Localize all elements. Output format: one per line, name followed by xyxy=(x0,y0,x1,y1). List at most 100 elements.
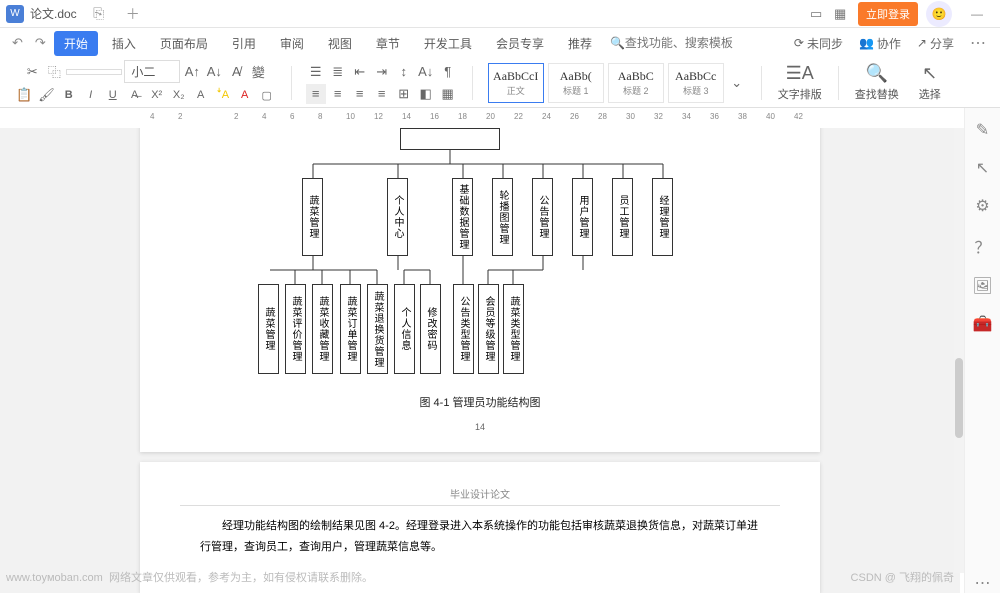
leaf-3: 蔬菜订单管理 xyxy=(340,284,361,374)
watermark-left: www.toyмоban.com 网络文章仅供观看，参考为主，如有侵权请联系删除… xyxy=(6,569,373,585)
leaf-9: 蔬菜类型管理 xyxy=(503,284,524,374)
sort-icon[interactable]: A↓ xyxy=(416,62,436,82)
phonetic-icon[interactable]: 變 xyxy=(248,62,268,82)
tab-reference[interactable]: 引用 xyxy=(222,31,266,56)
tab-recommend[interactable]: 推荐 xyxy=(558,31,602,56)
select-button[interactable]: ↖选择 xyxy=(911,63,949,102)
highlight-icon[interactable]: ꜜA xyxy=(213,85,233,105)
find-replace-button[interactable]: 🔍查找替换 xyxy=(847,63,907,102)
leaf-1: 蔬菜评价管理 xyxy=(285,284,306,374)
increase-font-icon[interactable]: A↑ xyxy=(182,62,202,82)
strike-icon[interactable]: A̶ xyxy=(125,85,145,105)
vertical-scrollbar[interactable] xyxy=(954,128,964,573)
undo-button[interactable]: ↶ xyxy=(8,35,27,51)
minimize-button[interactable]: — xyxy=(960,2,994,26)
tab-vip[interactable]: 会员专享 xyxy=(486,31,554,56)
sync-icon: ⟳ xyxy=(794,36,804,50)
sync-button[interactable]: ⟳未同步 xyxy=(794,35,843,52)
leaf-7: 公告类型管理 xyxy=(453,284,474,374)
leaf-0: 蔬菜管理 xyxy=(258,284,279,374)
mid-4: 公告管理 xyxy=(532,178,553,256)
text-effect-icon[interactable]: A xyxy=(191,85,211,105)
decrease-font-icon[interactable]: A↓ xyxy=(204,62,224,82)
style-h2[interactable]: AaBbC标题 2 xyxy=(608,63,664,103)
style-h3[interactable]: AaBbCc标题 3 xyxy=(668,63,724,103)
copy-icon[interactable]: ⿻ xyxy=(44,62,64,82)
bold-icon[interactable]: B xyxy=(59,85,79,105)
font-name-select[interactable] xyxy=(66,69,122,75)
bullet-list-icon[interactable]: ☰ xyxy=(306,62,326,82)
styles-more-icon[interactable]: ⌄ xyxy=(727,73,747,93)
apps-icon[interactable]: ▦ xyxy=(834,6,850,22)
settings-icon[interactable]: ⚙ xyxy=(975,196,989,216)
char-border-icon[interactable]: ▢ xyxy=(257,85,277,105)
subscript-icon[interactable]: X₂ xyxy=(169,85,189,105)
more-button[interactable]: ⋯ xyxy=(964,33,992,53)
image-tool-icon[interactable]: 🖼 xyxy=(972,276,992,296)
leaf-8: 会员等级管理 xyxy=(478,284,499,374)
tab-dev[interactable]: 开发工具 xyxy=(414,31,482,56)
leaf-2: 蔬菜收藏管理 xyxy=(312,284,333,374)
share-button[interactable]: ↗分享 xyxy=(917,35,954,52)
font-color-icon[interactable]: A xyxy=(235,85,255,105)
layout-icon[interactable]: ▭ xyxy=(810,6,826,22)
underline-icon[interactable]: U xyxy=(103,85,123,105)
redo-button[interactable]: ↷ xyxy=(31,35,50,51)
align-left-icon[interactable]: ≡ xyxy=(306,84,326,104)
styles-gallery: AaBbCcI正文 AaBb(标题 1 AaBbC标题 2 AaBbCc标题 3… xyxy=(481,63,753,103)
tools-icon[interactable]: 🧰 xyxy=(973,314,993,334)
mid-7: 经理管理 xyxy=(652,178,673,256)
align-center-icon[interactable]: ≡ xyxy=(328,84,348,104)
collab-button[interactable]: 👥协作 xyxy=(859,35,901,52)
superscript-icon[interactable]: X² xyxy=(147,85,167,105)
help-icon[interactable]: ？ xyxy=(974,234,990,258)
leaf-5: 个人信息 xyxy=(394,284,415,374)
tab-view[interactable]: 视图 xyxy=(318,31,362,56)
font-size-select[interactable]: 小二 xyxy=(124,60,180,83)
format-painter-icon[interactable]: 🖌 xyxy=(36,85,57,105)
search-input[interactable] xyxy=(625,36,745,50)
cut-icon[interactable]: ✂ xyxy=(22,62,42,82)
italic-icon[interactable]: I xyxy=(81,85,101,105)
search-box: 🔍 xyxy=(610,36,745,50)
align-justify-icon[interactable]: ≡ xyxy=(372,84,392,104)
distribute-icon[interactable]: ⊞ xyxy=(394,84,414,104)
tab-insert[interactable]: 插入 xyxy=(102,31,146,56)
avatar[interactable]: 🙂 xyxy=(926,1,952,27)
shading-icon[interactable]: ◧ xyxy=(416,84,436,104)
diagram-root xyxy=(400,128,500,150)
leaf-6: 修改密码 xyxy=(420,284,441,374)
login-button[interactable]: 立即登录 xyxy=(858,2,918,26)
new-tab-button[interactable]: ＋ xyxy=(121,4,145,24)
tab-start[interactable]: 开始 xyxy=(54,31,98,56)
pencil-icon[interactable]: ✎ xyxy=(976,120,989,140)
leaf-4: 蔬菜退换货管理 xyxy=(367,284,388,374)
align-right-icon[interactable]: ≡ xyxy=(350,84,370,104)
tab-review[interactable]: 审阅 xyxy=(270,31,314,56)
indent-dec-icon[interactable]: ⇤ xyxy=(350,62,370,82)
show-marks-icon[interactable]: ¶ xyxy=(438,62,458,82)
ruler[interactable]: 4224681012141618202224262830323436384042 xyxy=(150,108,850,126)
more-tools-icon[interactable]: ⋯ xyxy=(975,573,991,593)
mid-1: 个人中心 xyxy=(387,178,408,256)
layout-icon: ☰A xyxy=(786,63,814,84)
border-icon[interactable]: ▦ xyxy=(438,84,458,104)
paste-icon[interactable]: 📋 xyxy=(14,85,34,105)
mid-3: 轮播图管理 xyxy=(492,178,513,256)
page-number: 14 xyxy=(180,422,780,432)
text-layout-button[interactable]: ☰A文字排版 xyxy=(770,63,830,102)
line-spacing-icon[interactable]: ↕ xyxy=(394,62,414,82)
mid-0: 蔬菜管理 xyxy=(302,178,323,256)
scrollbar-thumb[interactable] xyxy=(955,358,963,438)
number-list-icon[interactable]: ≣ xyxy=(328,62,348,82)
clear-format-icon[interactable]: A̸ xyxy=(226,62,246,82)
tab-section[interactable]: 章节 xyxy=(366,31,410,56)
indent-inc-icon[interactable]: ⇥ xyxy=(372,62,392,82)
style-h1[interactable]: AaBb(标题 1 xyxy=(548,63,604,103)
reading-mode-icon[interactable]: ⎘ xyxy=(87,5,111,22)
style-normal[interactable]: AaBbCcI正文 xyxy=(488,63,544,103)
tab-pagelayout[interactable]: 页面布局 xyxy=(150,31,218,56)
select-tool-icon[interactable]: ↖ xyxy=(976,158,989,178)
search-icon: 🔍 xyxy=(610,36,625,50)
mid-5: 用户管理 xyxy=(572,178,593,256)
